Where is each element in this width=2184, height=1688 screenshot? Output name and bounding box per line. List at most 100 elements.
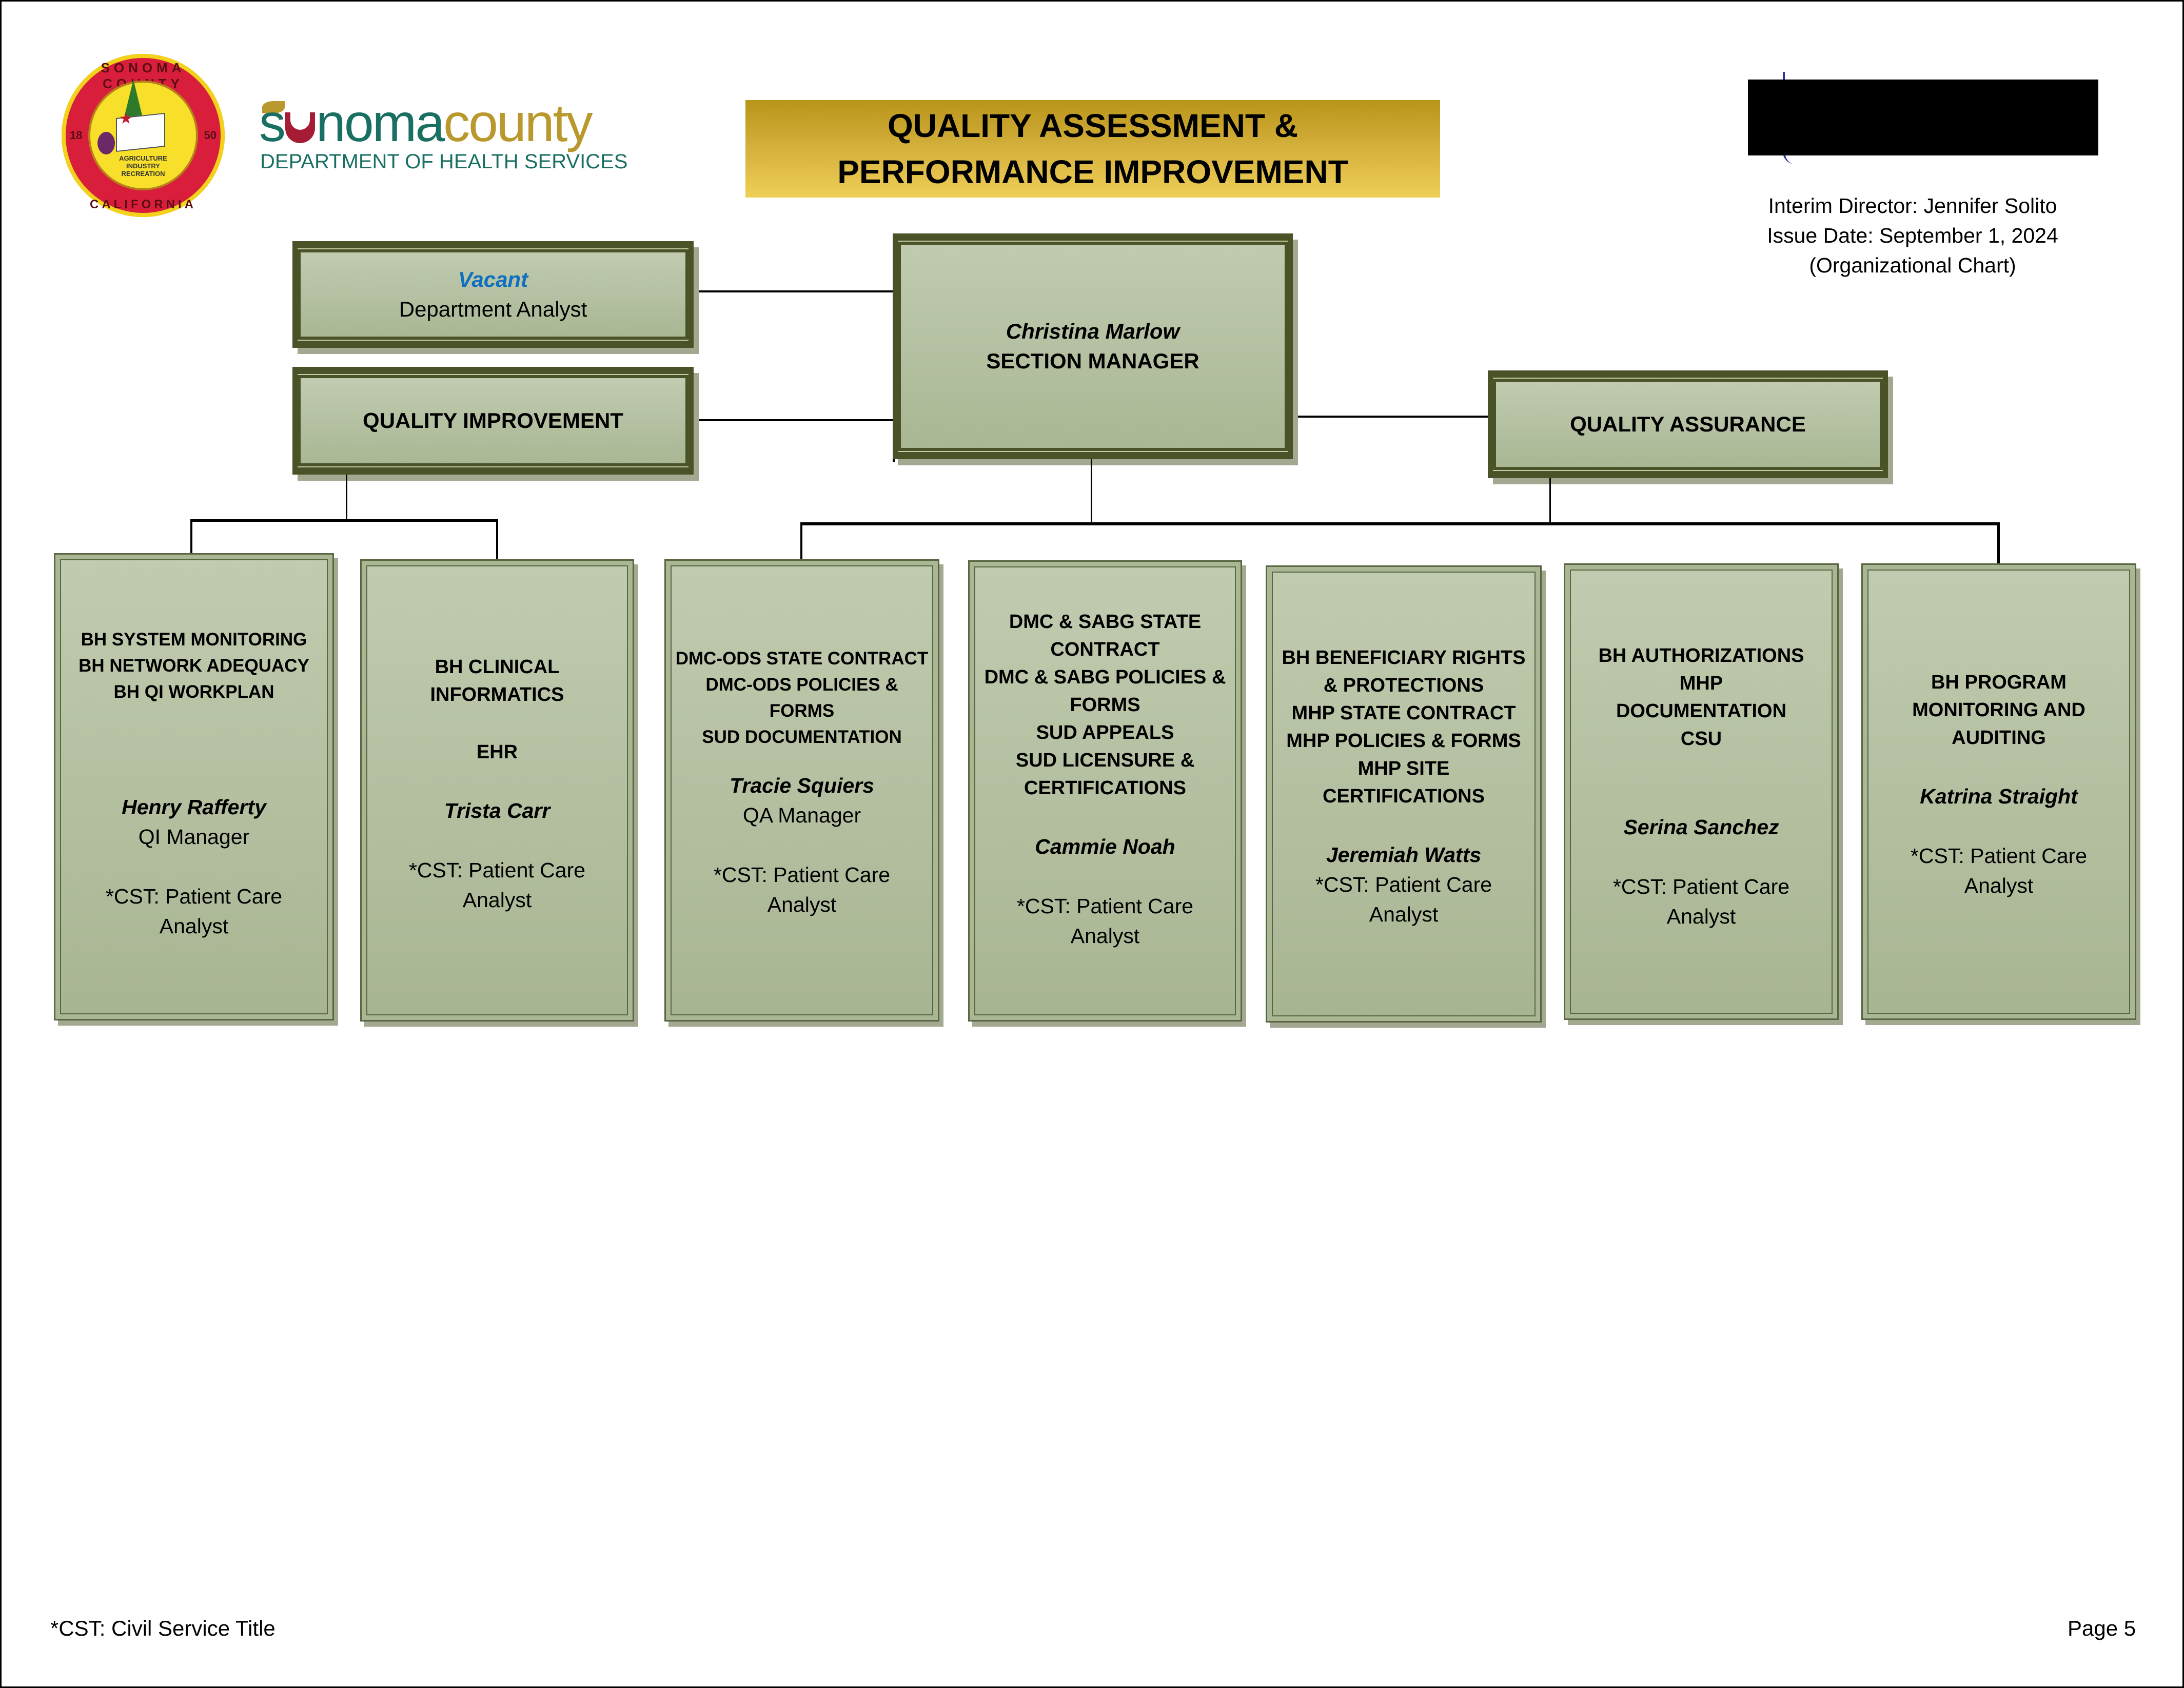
footer-cst-note: *CST: Civil Service Title xyxy=(50,1616,276,1640)
unit-content: BH AUTHORIZATIONS MHP DOCUMENTATION CSU … xyxy=(1565,565,1837,1018)
unit-area: MHP xyxy=(1679,673,1723,694)
unit-box: BH CLINICAL INFORMATICS EHR Trista Carr … xyxy=(360,559,634,1022)
unit-cst: Analyst xyxy=(1964,874,2034,897)
unit-area: DMC & SABG POLICIES & xyxy=(984,666,1226,688)
seal-year-right: 50 xyxy=(204,129,217,142)
unit-cst: Analyst xyxy=(159,914,229,938)
redacted-signature xyxy=(1748,80,2098,155)
dept-analyst-role: Department Analyst xyxy=(399,297,587,321)
unit-cst: *CST: Patient Care xyxy=(1016,894,1194,918)
unit-area: BH NETWORK ADEQUACY xyxy=(78,656,309,676)
connector-qi-down xyxy=(346,475,347,521)
director-info: Interim Director: Jennifer Solito Issue … xyxy=(1707,191,2118,280)
unit-box: DMC & SABG STATE CONTRACT DMC & SABG POL… xyxy=(968,560,1242,1022)
unit-cst: Analyst xyxy=(1070,924,1140,948)
unit-box: BH SYSTEM MONITORING BH NETWORK ADEQUACY… xyxy=(54,553,334,1020)
logo-subtitle: DEPARTMENT OF HEALTH SERVICES xyxy=(260,150,628,173)
unit-area: DOCUMENTATION xyxy=(1616,700,1787,722)
unit-person: Henry Rafferty xyxy=(122,795,266,819)
logo-noma: noma xyxy=(316,93,445,153)
logo-wordmark: s nomacounty xyxy=(259,90,593,156)
unit-area: & PROTECTIONS xyxy=(1323,675,1484,696)
unit-box: BH BENEFICIARY RIGHTS & PROTECTIONS MHP … xyxy=(1266,565,1542,1023)
unit-box: BH AUTHORIZATIONS MHP DOCUMENTATION CSU … xyxy=(1564,563,1839,1020)
unit-area: SUD LICENSURE & xyxy=(1015,750,1195,771)
director-name: Interim Director: Jennifer Solito xyxy=(1768,194,2057,218)
unit-area: CERTIFICATIONS xyxy=(1323,786,1485,807)
unit-area: MHP SITE xyxy=(1357,758,1450,779)
unit-box: DMC-ODS STATE CONTRACT DMC-ODS POLICIES … xyxy=(664,559,939,1022)
unit-content: BH BENEFICIARY RIGHTS & PROTECTIONS MHP … xyxy=(1267,567,1540,1021)
unit-area: MHP POLICIES & FORMS xyxy=(1286,730,1521,752)
connector-qi-unit1 xyxy=(190,519,192,558)
unit-box: BH PROGRAM MONITORING AND AUDITING Katri… xyxy=(1861,563,2136,1020)
connector-qa-bus xyxy=(800,522,1999,525)
unit-area: SUD DOCUMENTATION xyxy=(702,727,902,747)
seal-inner: ★ AGRICULTURE INDUSTRY RECREATION xyxy=(88,80,198,190)
unit-person: Serina Sanchez xyxy=(1623,815,1779,839)
dept-analyst-name: Vacant xyxy=(458,267,528,291)
connector-analyst-stub xyxy=(694,257,696,292)
unit-area: BH AUTHORIZATIONS xyxy=(1598,645,1804,666)
chart-label: (Organizational Chart) xyxy=(1809,253,2016,277)
logo-s: s xyxy=(259,93,286,153)
section-manager-name: Christina Marlow xyxy=(1006,319,1180,343)
quality-improvement-box: QUALITY IMPROVEMENT xyxy=(292,367,694,475)
unit-area: MHP STATE CONTRACT xyxy=(1291,702,1516,724)
unit-person: Katrina Straight xyxy=(1920,784,2078,808)
box-face: QUALITY ASSURANCE xyxy=(1496,382,1880,467)
box-face: Christina Marlow SECTION MANAGER xyxy=(901,245,1285,448)
apple-icon xyxy=(285,112,315,143)
connector-manager-qa xyxy=(1285,416,1490,418)
unit-area: INFORMATICS xyxy=(430,684,564,705)
section-manager-role: SECTION MANAGER xyxy=(986,349,1199,373)
connector-qa-unit3 xyxy=(800,522,802,559)
grapes-icon xyxy=(97,132,115,154)
unit-area: DMC-ODS POLICIES & xyxy=(705,675,898,695)
connector-qa-down xyxy=(1549,478,1551,522)
star-icon: ★ xyxy=(119,110,133,127)
connector-manager-down xyxy=(1091,459,1092,522)
connector-qi-bus xyxy=(190,519,498,522)
seal-motto: AGRICULTURE INDUSTRY RECREATION xyxy=(90,154,196,178)
section-manager-box: Christina Marlow SECTION MANAGER xyxy=(893,233,1293,459)
unit-area: MONITORING AND xyxy=(1912,699,2085,721)
unit-cst: *CST: Patient Care xyxy=(1910,844,2088,868)
unit-content: BH PROGRAM MONITORING AND AUDITING Katri… xyxy=(1863,565,2135,1018)
unit-person: Cammie Noah xyxy=(1035,835,1175,858)
connector-qi-unit2 xyxy=(496,519,498,560)
unit-area: AUDITING xyxy=(1952,727,2046,749)
issue-date: Issue Date: September 1, 2024 xyxy=(1767,224,2058,247)
page-title-line: PERFORMANCE IMPROVEMENT xyxy=(837,153,1348,190)
unit-cst: *CST: Patient Care xyxy=(1315,873,1492,896)
unit-area: FORMS xyxy=(769,701,835,721)
unit-cst: *CST: Patient Care xyxy=(713,863,891,887)
unit-area: BH BENEFICIARY RIGHTS xyxy=(1282,647,1526,669)
box-face: QUALITY IMPROVEMENT xyxy=(301,378,685,463)
unit-area: DMC & SABG STATE xyxy=(1009,611,1202,633)
unit-cst: Analyst xyxy=(767,893,837,916)
unit-person-title: QI Manager xyxy=(138,825,250,849)
quality-assurance-box: QUALITY ASSURANCE xyxy=(1488,370,1888,478)
box-face: Vacant Department Analyst xyxy=(301,252,685,337)
connector-qi-manager xyxy=(687,419,894,421)
unit-person-title: QA Manager xyxy=(742,803,861,827)
unit-area: SUD APPEALS xyxy=(1036,722,1174,743)
page-title: QUALITY ASSESSMENT & PERFORMANCE IMPROVE… xyxy=(745,100,1440,198)
unit-cst: *CST: Patient Care xyxy=(105,885,283,908)
unit-area: BH CLINICAL xyxy=(435,656,560,678)
unit-area: BH PROGRAM xyxy=(1931,672,2067,693)
unit-person: Trista Carr xyxy=(444,799,550,822)
unit-area: FORMS xyxy=(1070,694,1140,716)
unit-content: DMC & SABG STATE CONTRACT DMC & SABG POL… xyxy=(970,562,1241,1020)
unit-content: BH CLINICAL INFORMATICS EHR Trista Carr … xyxy=(362,561,633,1020)
unit-person: Jeremiah Watts xyxy=(1326,843,1482,867)
unit-content: BH SYSTEM MONITORING BH NETWORK ADEQUACY… xyxy=(55,555,332,1019)
quality-assurance-label: QUALITY ASSURANCE xyxy=(1570,412,1806,436)
unit-area: BH SYSTEM MONITORING xyxy=(81,630,307,650)
sonoma-county-seal-icon: SONOMA COUNTY ★ AGRICULTURE INDUSTRY REC… xyxy=(62,54,225,217)
unit-area: CERTIFICATIONS xyxy=(1024,777,1186,799)
dept-analyst-box: Vacant Department Analyst xyxy=(292,241,694,348)
unit-area: BH QI WORKPLAN xyxy=(113,682,274,702)
unit-cst: Analyst xyxy=(462,888,532,912)
